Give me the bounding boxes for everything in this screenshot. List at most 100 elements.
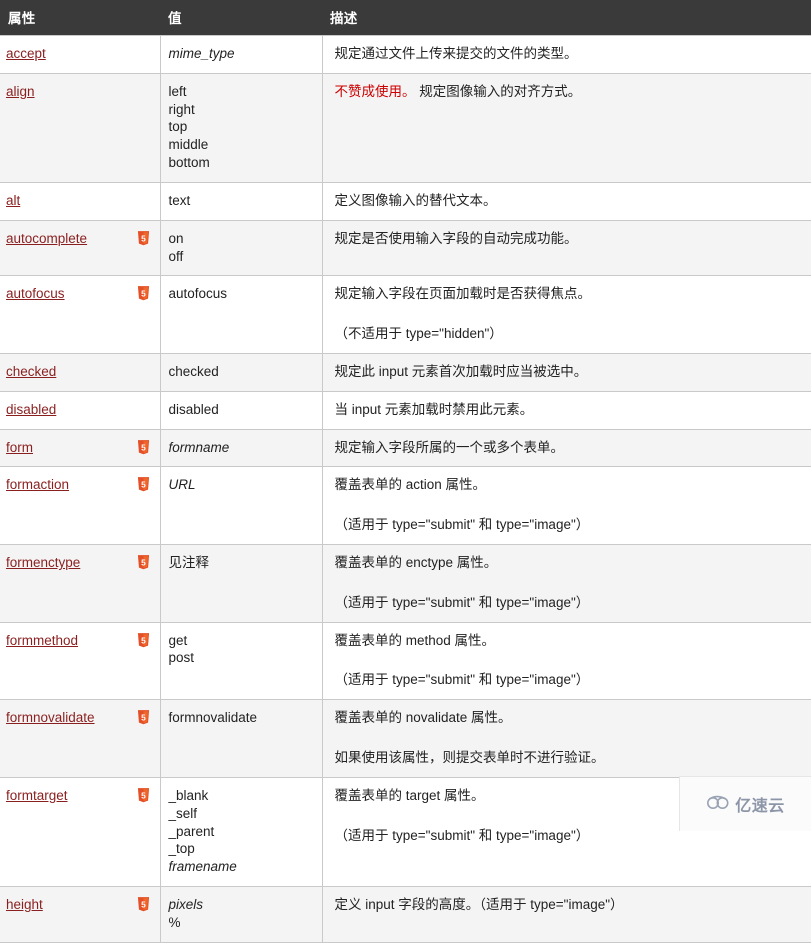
attribute-cell: align	[0, 72, 161, 183]
attribute-link-disabled[interactable]: disabled	[6, 402, 56, 417]
attribute-cell: formnovalidate 5	[0, 699, 161, 778]
description-paragraph: 覆盖表单的 enctype 属性。	[335, 554, 804, 572]
svg-text:5: 5	[141, 233, 146, 243]
description-text: 定义 input 字段的高度。（适用于 type="image"）	[334, 896, 624, 912]
description-text: （适用于 type="submit" 和 type="image"）	[334, 827, 590, 843]
description-text: 覆盖表单的 action 属性。	[334, 477, 487, 493]
attribute-cell: formmethod 5	[0, 621, 161, 700]
description-paragraph: 不赞成使用。 规定图像输入的对齐方式。	[335, 83, 804, 101]
attribute-link-accept[interactable]: accept	[6, 46, 46, 61]
attribute-link-formnovalidate[interactable]: formnovalidate	[6, 710, 95, 725]
description-cell: 规定此 input 元素首次加载时应当被选中。	[322, 352, 811, 392]
attribute-cell: formtarget 5	[0, 776, 161, 887]
html5-badge-icon: 5	[137, 555, 150, 570]
description-paragraph: （适用于 type="submit" 和 type="image"）	[335, 516, 804, 534]
attribute-cell: disabled	[0, 390, 161, 430]
html5-badge-icon: 5	[137, 787, 150, 803]
table-row: disabled disabled 当 input 元素加载时禁用此元素。	[0, 390, 811, 430]
table-body: accept mime_type 规定通过文件上传来提交的文件的类型。 align le…	[0, 35, 811, 943]
attribute-link-alt[interactable]: alt	[6, 193, 20, 208]
attribute-link-autocomplete[interactable]: autocomplete	[6, 231, 87, 246]
table-row: align left right top middle bottom 不赞成使用。 规定图像…	[0, 72, 811, 183]
description-paragraph: （适用于 type="submit" 和 type="image"）	[335, 671, 804, 689]
description-paragraph: 定义 input 字段的高度。（适用于 type="image"）	[335, 896, 804, 914]
svg-text:5: 5	[141, 557, 146, 567]
value-item: _blank	[168, 787, 209, 803]
header-row: 属性 值 描述	[0, 0, 811, 36]
attribute-link-height[interactable]: height	[6, 897, 43, 912]
description-cell: 规定输入字段所属的一个或多个表单。	[322, 428, 811, 467]
description-cell: 定义图像输入的替代文本。	[322, 181, 811, 221]
value-cell: left right top middle bottom	[160, 72, 323, 183]
svg-text:5: 5	[141, 442, 146, 452]
value-item: formname	[168, 439, 230, 455]
table-row: checked checked 规定此 input 元素首次加载时应当被选中。	[0, 352, 811, 392]
description-paragraph: 定义图像输入的替代文本。	[335, 192, 804, 210]
value-item: pixels	[168, 896, 204, 912]
html5-badge-icon: 5	[137, 286, 150, 301]
svg-text:5: 5	[141, 899, 146, 909]
html5-badge-icon: 5	[137, 897, 150, 912]
attribute-link-form[interactable]: form	[6, 440, 33, 455]
html5-badge-icon: 5	[137, 632, 150, 648]
value-cell: text	[160, 181, 323, 221]
attribute-link-align[interactable]: align	[6, 84, 35, 99]
description-cell: 规定是否使用输入字段的自动完成功能。	[322, 219, 811, 276]
attribute-link-checked[interactable]: checked	[6, 364, 56, 379]
column-header-value: 值	[160, 0, 322, 36]
value-item: mime_type	[168, 46, 235, 61]
svg-text:5: 5	[141, 635, 146, 645]
attribute-link-formmethod[interactable]: formmethod	[6, 633, 78, 648]
html5-badge-icon: 5	[137, 710, 150, 725]
description-cell: 覆盖表单的 enctype 属性。 （适用于 type="submit" 和 ty…	[322, 544, 811, 623]
description-paragraph: 覆盖表单的 method 属性。	[335, 632, 804, 650]
value-item: top	[168, 119, 188, 135]
description-cell: 规定通过文件上传来提交的文件的类型。	[322, 35, 811, 74]
value-cell: get post	[160, 621, 323, 700]
description-cell: 覆盖表单的 target 属性。 （适用于 type="submit" 和 typ…	[322, 776, 811, 887]
attribute-cell: form 5	[0, 428, 161, 467]
description-cell: 规定输入字段在页面加载时是否获得焦点。 （不适用于 type="hidden"）	[322, 275, 811, 354]
description-paragraph: 覆盖表单的 action 属性。	[335, 476, 804, 494]
attribute-link-formaction[interactable]: formaction	[6, 477, 69, 492]
value-item: post	[168, 650, 195, 666]
description-cell: 覆盖表单的 novalidate 属性。 如果使用该属性，则提交表单时不进行验证。	[322, 699, 811, 778]
html5-badge-icon: 5	[137, 477, 150, 492]
description-cell: 不赞成使用。 规定图像输入的对齐方式。	[322, 72, 811, 183]
value-item: text	[168, 192, 191, 208]
description-paragraph: 如果使用该属性，则提交表单时不进行验证。	[335, 749, 804, 767]
value-item: bottom	[168, 155, 210, 171]
description-paragraph: 规定是否使用输入字段的自动完成功能。	[335, 230, 804, 248]
attribute-link-formenctype[interactable]: formenctype	[6, 555, 80, 570]
description-paragraph: 规定输入字段在页面加载时是否获得焦点。	[335, 285, 804, 303]
attribute-link-autofocus[interactable]: autofocus	[6, 286, 65, 301]
attribute-cell: alt	[0, 181, 161, 221]
table-row: formtarget 5 _blank _self _parent _top framena…	[0, 776, 811, 887]
description-text: 规定通过文件上传来提交的文件的类型。	[334, 46, 578, 61]
description-text: 规定图像输入的对齐方式。	[415, 83, 582, 99]
value-cell: formnovalidate	[160, 699, 323, 778]
value-cell: checked	[160, 352, 323, 392]
value-item: autofocus	[168, 286, 228, 302]
table-row: accept mime_type 规定通过文件上传来提交的文件的类型。	[0, 35, 811, 74]
description-paragraph: （不适用于 type="hidden"）	[335, 325, 804, 343]
table-row: formmethod 5 get post 覆盖表单的 method 属性。 （适用于 t…	[0, 621, 811, 700]
value-item: framename	[168, 859, 237, 875]
table-row: formnovalidate 5 formnovalidate 覆盖表单的 noval…	[0, 699, 811, 778]
value-item: URL	[168, 477, 196, 493]
value-cell: disabled	[160, 390, 323, 430]
value-cell: on off	[160, 219, 323, 276]
description-text: （适用于 type="submit" 和 type="image"）	[334, 594, 590, 610]
description-text: 覆盖表单的 enctype 属性。	[334, 555, 498, 570]
svg-text:5: 5	[141, 480, 146, 490]
description-paragraph: （适用于 type="submit" 和 type="image"）	[335, 594, 804, 612]
table-row: alt text 定义图像输入的替代文本。	[0, 181, 811, 221]
description-paragraph: 当 input 元素加载时禁用此元素。	[335, 401, 804, 419]
value-item: left	[168, 83, 187, 99]
table-row: autocomplete 5 on off 规定是否使用输入字段的自动完成功能。	[0, 219, 811, 276]
description-text: 如果使用该属性，则提交表单时不进行验证。	[334, 750, 605, 766]
value-item: _parent	[168, 823, 215, 839]
value-item: middle	[168, 137, 209, 153]
attribute-cell: autofocus 5	[0, 275, 161, 354]
attribute-link-formtarget[interactable]: formtarget	[6, 788, 68, 803]
